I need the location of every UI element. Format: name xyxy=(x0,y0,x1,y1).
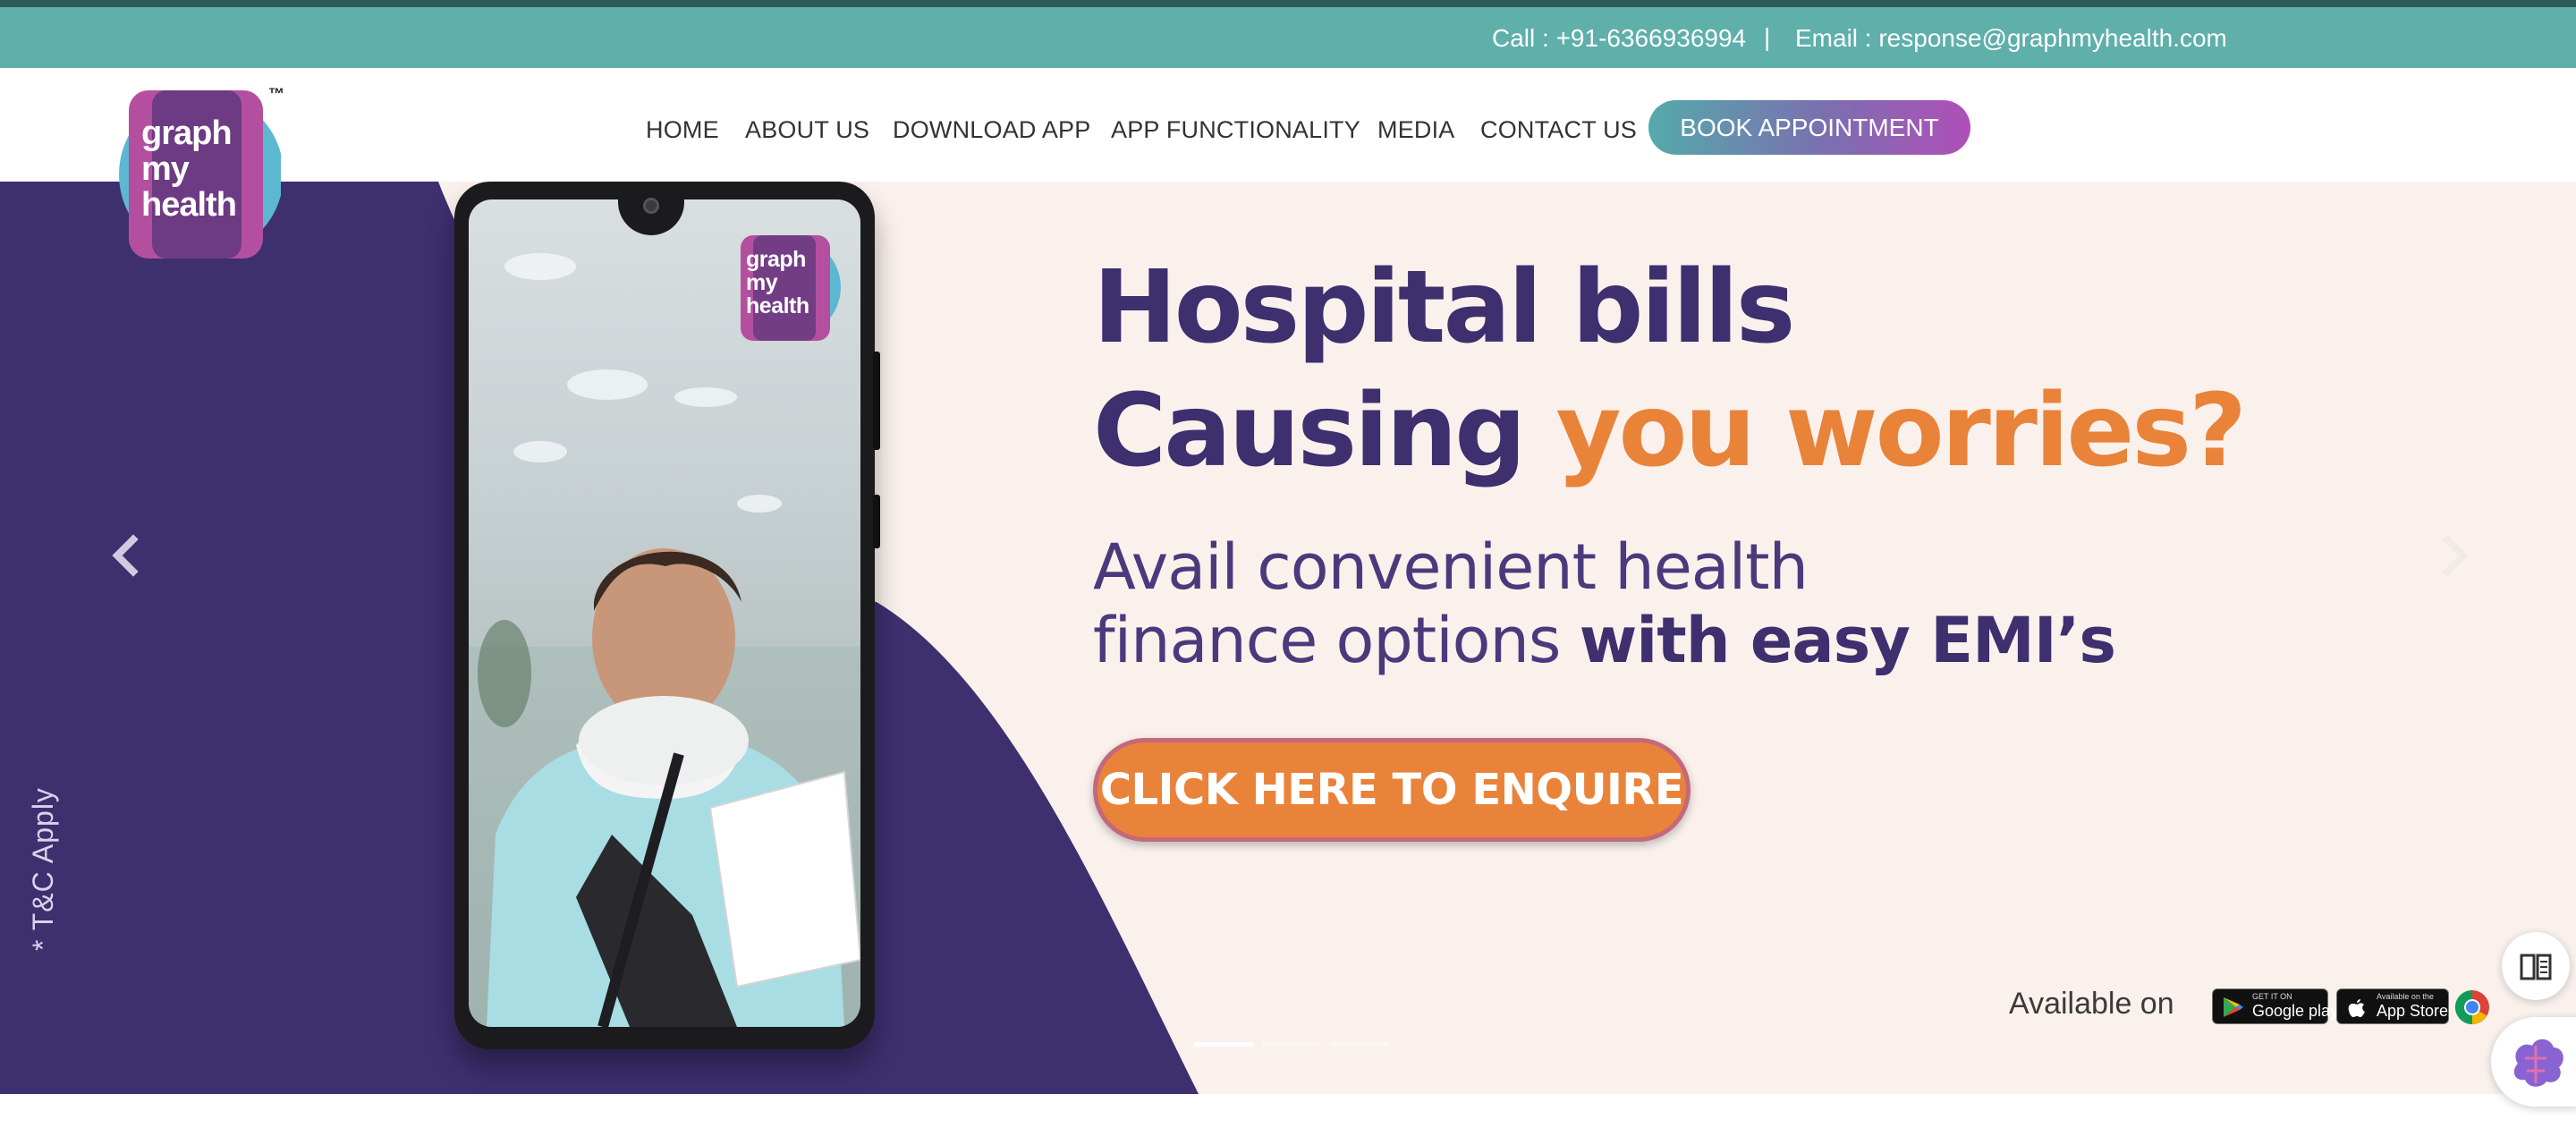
nav-app-functionality[interactable]: APP FUNCTIONALITY xyxy=(1111,116,1360,144)
hero-subheading: Avail convenient health finance options … xyxy=(1093,530,2116,677)
brain-icon xyxy=(2513,1039,2563,1087)
app-store-badge[interactable]: Available on the App Store xyxy=(2336,988,2449,1024)
phone-mockup: graph my health xyxy=(454,182,880,1049)
phone-app-logo: graph my health xyxy=(733,230,841,346)
slider-dot[interactable] xyxy=(1330,1042,1389,1047)
nav-download-app[interactable]: DOWNLOAD APP xyxy=(893,116,1090,144)
google-play-icon xyxy=(2224,997,2243,1017)
contact-bar: Call : +91-6366936994 | Email : response… xyxy=(0,0,2576,68)
hero-headline: Hospital bills Causing you worries? xyxy=(1093,250,2247,489)
worried-man-image xyxy=(469,548,860,1027)
main-nav: HOME ABOUT US DOWNLOAD APP APP FUNCTIONA… xyxy=(0,100,2576,154)
chrome-icon[interactable] xyxy=(2454,989,2490,1025)
phone-camera xyxy=(643,198,659,214)
chevron-left-icon xyxy=(112,534,139,577)
email-address[interactable]: Email : response@graphmyhealth.com xyxy=(1795,24,2227,53)
brand-logo[interactable]: ™ graph my health xyxy=(116,85,286,264)
nav-about-us[interactable]: ABOUT US xyxy=(745,116,869,144)
terms-note: * T&C Apply xyxy=(27,787,59,951)
apple-icon xyxy=(2348,999,2365,1017)
nav-home[interactable]: HOME xyxy=(646,116,719,144)
slider-prev-button[interactable] xyxy=(103,529,148,582)
phone-screen: graph my health xyxy=(469,199,860,1027)
trademark-mark: ™ xyxy=(268,85,284,103)
enquire-button[interactable]: CLICK HERE TO ENQUIRE xyxy=(1093,738,1690,842)
reader-widget-button[interactable] xyxy=(2502,932,2570,1000)
available-on-label: Available on xyxy=(2009,987,2174,1021)
contact-separator: | xyxy=(1764,23,1771,51)
nav-contact-us[interactable]: CONTACT US xyxy=(1480,116,1637,144)
google-play-badge[interactable]: GET IT ON Google play xyxy=(2212,988,2338,1024)
slider-dot[interactable] xyxy=(1194,1042,1253,1047)
chevron-right-icon xyxy=(2442,534,2469,577)
slider-next-button[interactable] xyxy=(2433,529,2478,582)
book-icon xyxy=(2520,954,2552,980)
slider-dot[interactable] xyxy=(1262,1042,1321,1047)
phone-number[interactable]: Call : +91-6366936994 xyxy=(1492,24,1746,53)
assistant-widget-button[interactable] xyxy=(2491,1017,2576,1107)
book-appointment-button[interactable]: BOOK APPOINTMENT xyxy=(1648,100,1970,155)
nav-media[interactable]: MEDIA xyxy=(1377,116,1455,144)
hero-slider: * T&C Apply graph my health Hospital bil… xyxy=(0,182,2576,1094)
